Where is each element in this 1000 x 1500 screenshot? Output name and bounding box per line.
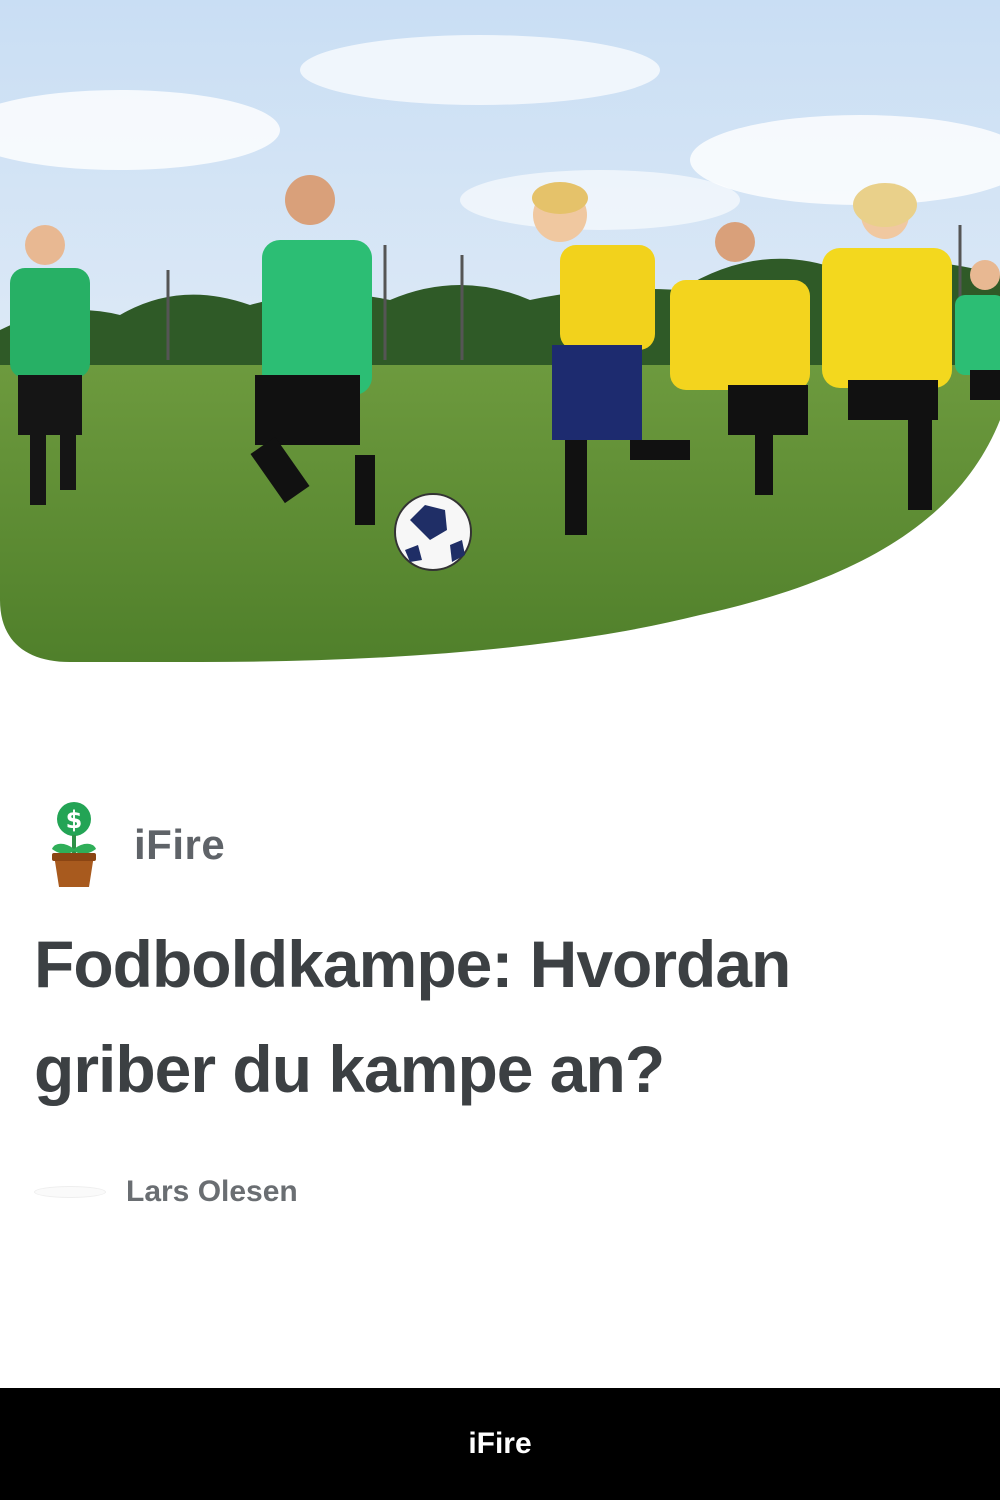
- publisher-name: iFire: [134, 821, 226, 868]
- hero-image: [0, 0, 1000, 670]
- footer-bar: iFire: [0, 1388, 1000, 1500]
- soccer-ball: [394, 493, 472, 571]
- money-plant-icon: $: [48, 801, 100, 889]
- soccer-photo: [0, 0, 1000, 662]
- byline: Lars Olesen: [34, 1168, 298, 1216]
- publisher[interactable]: $ iFire: [48, 800, 225, 890]
- author-name[interactable]: Lars Olesen: [126, 1175, 298, 1209]
- footer-label[interactable]: iFire: [468, 1427, 531, 1461]
- svg-text:$: $: [66, 806, 83, 834]
- article-title: Fodboldkampe: Hvordan griber du kampe an…: [34, 927, 791, 1106]
- author-avatar: [34, 1186, 106, 1198]
